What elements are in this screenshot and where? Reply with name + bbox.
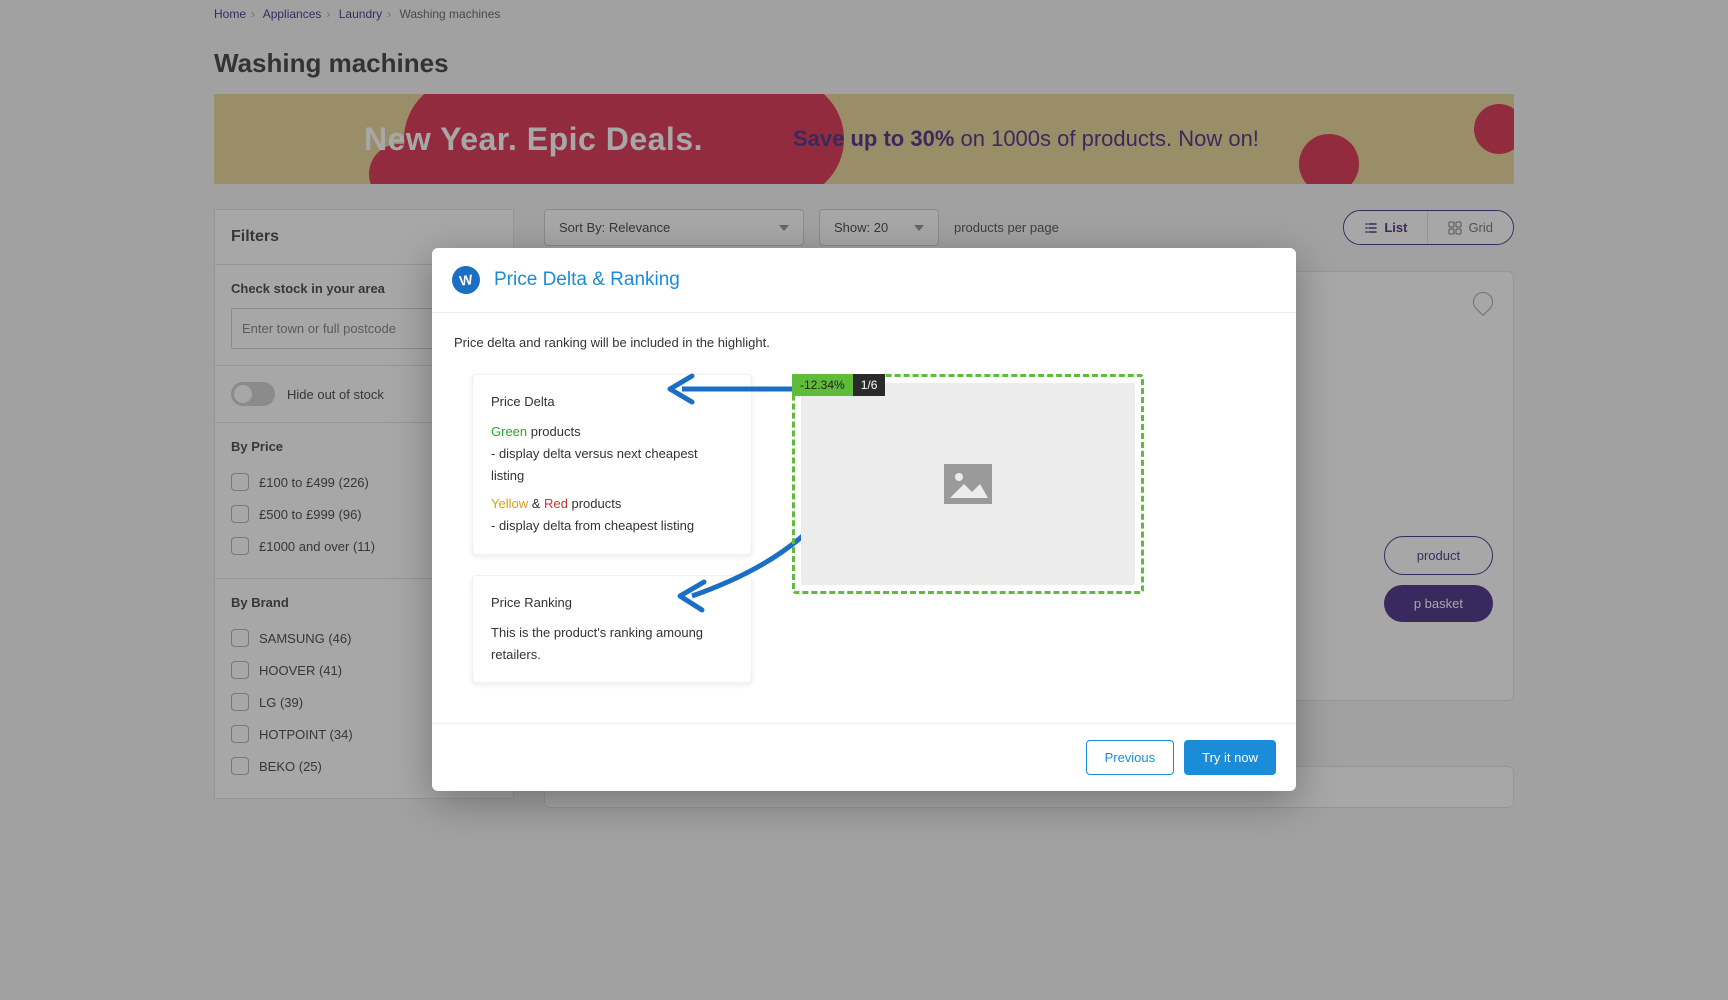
price-delta-card: Price Delta Green products - display del… <box>472 374 752 555</box>
modal-description: Price delta and ranking will be included… <box>454 335 1274 350</box>
price-delta-badge: -12.34% <box>792 374 853 396</box>
previous-button[interactable]: Previous <box>1086 740 1175 775</box>
onboarding-modal: W Price Delta & Ranking Price delta and … <box>432 248 1296 791</box>
image-placeholder-icon <box>944 464 992 504</box>
try-it-now-button[interactable]: Try it now <box>1184 740 1276 775</box>
price-rank-badge: 1/6 <box>853 374 886 396</box>
brand-logo-icon: W <box>450 264 482 296</box>
price-ranking-card: Price Ranking This is the product's rank… <box>472 575 752 683</box>
highlight-preview: -12.34% 1/6 <box>792 374 1144 594</box>
modal-title: Price Delta & Ranking <box>494 269 680 291</box>
